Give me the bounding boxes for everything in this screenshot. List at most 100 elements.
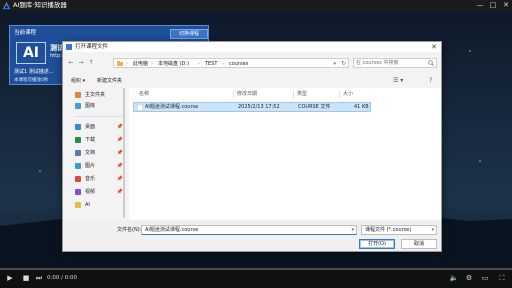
filename-label: 文件名(N): xyxy=(117,227,142,233)
search-box[interactable] xyxy=(353,58,437,68)
open-file-dialog: 打开课程文件 ✕ ← → ↑ › 此电脑 › 本地磁盘 (D:) › TEST … xyxy=(62,41,442,252)
refresh-icon[interactable]: ↻ xyxy=(341,60,346,68)
breadcrumb-separator: › xyxy=(126,61,128,67)
breadcrumb-this-pc[interactable]: 此电脑 xyxy=(133,60,148,68)
switch-course-button[interactable]: 切换课程 xyxy=(170,29,208,39)
settings-icon[interactable]: ⚙ xyxy=(464,273,474,284)
stop-icon[interactable]: ■ xyxy=(21,273,31,284)
view-options-button[interactable]: ☰ ▾ xyxy=(393,77,403,85)
breadcrumb-courses[interactable]: courses xyxy=(229,60,248,68)
nav-divider xyxy=(75,116,123,117)
file-list: 名称 修改日期 类型 大小 AI题迷测试课程.course 2025/2/13 … xyxy=(129,88,441,220)
picture-icon xyxy=(75,163,81,169)
nav-item-label: 视频 xyxy=(85,189,96,195)
video-icon xyxy=(75,189,81,195)
file-type: COURSE 文件 xyxy=(298,104,331,110)
nav-scrollbar[interactable] xyxy=(123,88,125,218)
nav-item-downloads[interactable]: 下载 📌 xyxy=(75,135,123,145)
nav-item-label: 下载 xyxy=(85,137,96,143)
nav-item-ai[interactable]: AI xyxy=(75,200,123,210)
nav-item-gallery[interactable]: 图库 xyxy=(75,101,123,111)
navigation-pane: 主文件夹 图库 桌面 📌 下载 📌 文档 📌 图片 📌 音乐 📌 视频 📌 AI xyxy=(71,88,123,220)
progress-bar[interactable] xyxy=(0,268,512,270)
column-divider[interactable] xyxy=(233,90,234,98)
nav-item-label: 音乐 xyxy=(85,176,96,182)
dialog-app-icon xyxy=(66,44,72,50)
help-button[interactable]: ? xyxy=(429,77,432,85)
player-controls: ▶ ■ ⏭ 0:00 / 0:00 🔈 ⚙ ▭ ⛶ xyxy=(0,268,512,288)
file-icon xyxy=(137,104,143,111)
nav-item-label: 桌面 xyxy=(85,124,96,130)
breadcrumb-separator: › xyxy=(198,61,200,67)
dialog-footer: 文件名(N): AI题迷测试课程.course ▾ 课程文件 (*.course… xyxy=(63,220,441,251)
forward-button[interactable]: → xyxy=(77,58,85,68)
dialog-title: 打开课程文件 xyxy=(75,44,109,50)
address-row: ← → ↑ › 此电脑 › 本地磁盘 (D:) › TEST › courses… xyxy=(63,56,441,70)
course-logo: AI xyxy=(16,42,46,64)
volume-icon[interactable]: 🔈 xyxy=(448,273,460,284)
new-folder-button[interactable]: 新建文件夹 xyxy=(97,77,122,85)
nav-item-videos[interactable]: 视频 📌 xyxy=(75,187,123,197)
file-name: AI题迷测试课程.course xyxy=(145,104,199,110)
nav-item-label: 文档 xyxy=(85,150,96,156)
up-button[interactable]: ↑ xyxy=(87,58,95,68)
desktop-icon xyxy=(75,124,81,130)
nav-item-pictures[interactable]: 图片 📌 xyxy=(75,161,123,171)
fit-icon[interactable]: ▭ xyxy=(480,273,490,284)
filetype-select[interactable]: 课程文件 (*.course) ▾ xyxy=(361,225,437,235)
column-divider[interactable] xyxy=(293,90,294,98)
search-input[interactable] xyxy=(356,59,426,67)
folder-icon xyxy=(117,61,123,66)
time-display: 0:00 / 0:00 xyxy=(47,275,78,281)
address-bar[interactable]: › 此电脑 › 本地磁盘 (D:) › TEST › courses ▾ ↻ xyxy=(113,58,349,68)
chevron-down-icon[interactable]: ▾ xyxy=(351,226,354,234)
column-header-name[interactable]: 名称 xyxy=(139,90,149,98)
document-icon xyxy=(75,150,81,156)
nav-item-label: 主文件夹 xyxy=(85,92,106,98)
organize-menu[interactable]: 组织 ▾ xyxy=(71,77,85,85)
skip-icon[interactable]: ⏭ xyxy=(34,273,44,284)
filetype-value: 课程文件 (*.course) xyxy=(365,227,412,233)
gallery-icon xyxy=(75,103,81,109)
back-button[interactable]: ← xyxy=(67,58,75,68)
dialog-close-button[interactable]: ✕ xyxy=(429,42,439,52)
file-size: 41 KB xyxy=(354,104,369,110)
file-modified: 2025/2/13 17:52 xyxy=(238,104,280,110)
minimize-button[interactable]: — xyxy=(474,0,486,11)
chevron-down-icon: ▾ xyxy=(431,227,434,233)
file-row[interactable]: AI题迷测试课程.course 2025/2/13 17:52 COURSE 文… xyxy=(133,102,371,112)
address-dropdown-icon[interactable]: ▾ xyxy=(333,60,336,68)
course-footer: 本课程可播放0秒 xyxy=(14,78,49,83)
maximize-button[interactable]: □ xyxy=(487,0,499,11)
column-header-size[interactable]: 大小 xyxy=(343,90,353,98)
download-icon xyxy=(75,137,81,143)
breadcrumb-separator: › xyxy=(222,61,224,67)
column-header-modified[interactable]: 修改日期 xyxy=(237,90,257,98)
column-header-type[interactable]: 类型 xyxy=(297,90,307,98)
cancel-button[interactable]: 取消 xyxy=(401,239,437,249)
filename-value: AI题迷测试课程.course xyxy=(145,227,199,233)
nav-item-desktop[interactable]: 桌面 📌 xyxy=(75,122,123,132)
nav-item-music[interactable]: 音乐 📌 xyxy=(75,174,123,184)
open-button[interactable]: 打开(O) xyxy=(359,239,395,249)
fullscreen-icon[interactable]: ⛶ xyxy=(496,273,508,284)
column-divider[interactable] xyxy=(339,90,340,98)
course-description: 测试1 测试描述... xyxy=(14,69,54,75)
home-icon xyxy=(75,92,81,98)
close-window-button[interactable]: ✕ xyxy=(500,0,512,11)
nav-item-label: AI xyxy=(85,202,90,208)
app-title: AI题库·知识播放器 xyxy=(13,1,67,9)
nav-item-home[interactable]: 主文件夹 xyxy=(75,90,123,100)
breadcrumb-local-disk[interactable]: 本地磁盘 (D:) xyxy=(158,60,189,68)
folder-icon xyxy=(75,202,81,208)
breadcrumb-separator: › xyxy=(151,61,153,67)
nav-item-label: 图片 xyxy=(85,163,96,169)
breadcrumb-test[interactable]: TEST xyxy=(205,60,217,68)
music-icon xyxy=(75,176,81,182)
dialog-toolbar: 组织 ▾ 新建文件夹 ☰ ▾ ? xyxy=(63,75,441,87)
play-icon[interactable]: ▶ xyxy=(5,273,15,284)
nav-item-documents[interactable]: 文档 📌 xyxy=(75,148,123,158)
search-icon xyxy=(428,60,434,66)
nav-item-label: 图库 xyxy=(85,103,96,109)
filename-input[interactable]: AI题迷测试课程.course ▾ xyxy=(141,225,357,235)
